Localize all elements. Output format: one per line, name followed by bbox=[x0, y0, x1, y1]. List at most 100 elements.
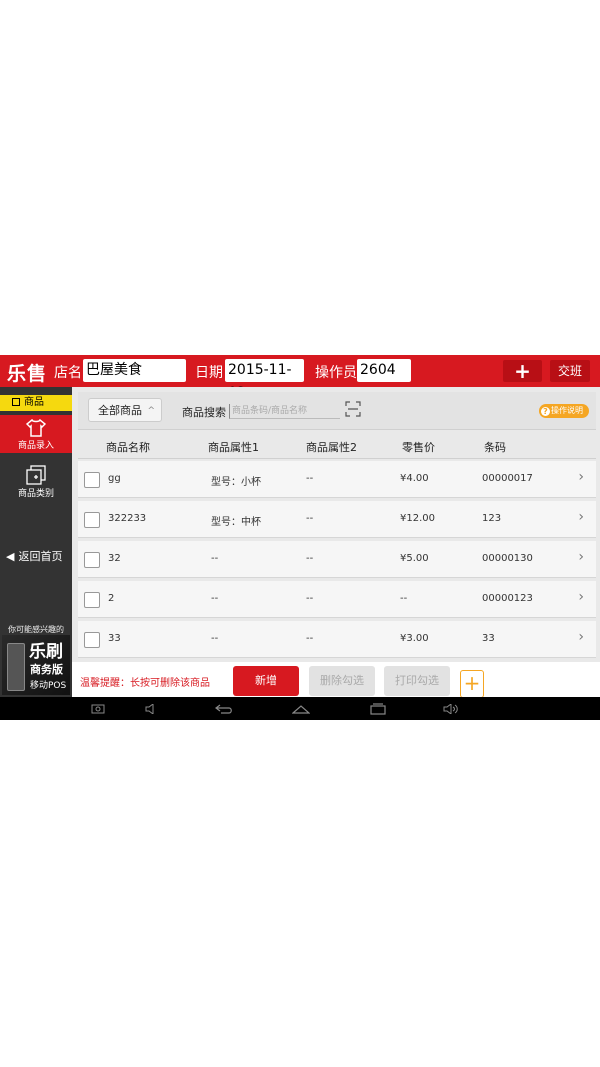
table-row[interactable]: 32 -- -- ¥5.00 00000130 › bbox=[78, 541, 596, 578]
main-panel: 全部商品 ^ 商品搜索 ?操作说明 商品名称 商品属性1 商品属性2 零售价 条… bbox=[72, 387, 600, 698]
row-checkbox[interactable] bbox=[84, 472, 100, 488]
new-product-button[interactable]: 新增 bbox=[233, 666, 299, 696]
row-checkbox[interactable] bbox=[84, 592, 100, 608]
category-add-icon bbox=[26, 465, 46, 485]
bottom-toolbar: 温馨提醒：长按可删除该商品 新增 删除勾选 打印勾选 + bbox=[72, 662, 600, 698]
product-name: gg bbox=[108, 473, 121, 484]
table-row[interactable]: 2 -- -- -- 00000123 › bbox=[78, 581, 596, 618]
back-arrow-icon: ◀ bbox=[6, 550, 15, 563]
product-name: 2 bbox=[108, 593, 115, 604]
top-bar: 乐售 店名 巴屋美食 日期 2015-11-02 操作员 2604 + 交班 bbox=[0, 355, 600, 401]
product-attr1: 型号：小杯 bbox=[211, 477, 261, 488]
app-window: 乐售 店名 巴屋美食 日期 2015-11-02 操作员 2604 + 交班 商… bbox=[0, 355, 600, 720]
category-filter-dropdown[interactable]: 全部商品 ^ bbox=[88, 398, 162, 422]
operator-field[interactable]: 2604 bbox=[357, 359, 411, 382]
product-attr1: -- bbox=[211, 553, 219, 564]
chevron-right-icon: › bbox=[578, 629, 584, 645]
product-price: -- bbox=[400, 593, 408, 604]
home-icon[interactable] bbox=[291, 697, 311, 720]
back-home-button[interactable]: ◀ 返回首页 bbox=[0, 545, 72, 569]
volume-up-icon[interactable] bbox=[441, 697, 461, 720]
ad-title: 乐刷 bbox=[29, 642, 63, 662]
column-header: 商品属性2 bbox=[306, 441, 357, 454]
pos-device-icon bbox=[7, 643, 25, 691]
product-attr1: 型号：中杯 bbox=[211, 517, 261, 528]
system-nav-bar bbox=[0, 697, 600, 720]
product-attr2: -- bbox=[306, 593, 314, 604]
sidebar-category-label: 商品 bbox=[24, 397, 44, 408]
table-row[interactable]: gg 型号：小杯 -- ¥4.00 00000017 › bbox=[78, 461, 596, 498]
add-more-button[interactable]: + bbox=[460, 670, 484, 698]
shirt-icon bbox=[26, 419, 46, 437]
sidebar-item-label: 商品录入 bbox=[17, 441, 54, 451]
product-attr2: -- bbox=[306, 513, 314, 524]
help-label: 操作说明 bbox=[551, 406, 583, 415]
search-label: 商品搜索 bbox=[182, 406, 226, 419]
chevron-right-icon: › bbox=[578, 589, 584, 605]
product-attr2: -- bbox=[306, 473, 314, 484]
product-attr2: -- bbox=[306, 553, 314, 564]
chevron-right-icon: › bbox=[578, 549, 584, 565]
product-attr1: -- bbox=[211, 633, 219, 644]
question-icon: ? bbox=[541, 407, 550, 416]
product-barcode: 00000017 bbox=[482, 473, 533, 484]
row-checkbox[interactable] bbox=[84, 632, 100, 648]
product-attr2: -- bbox=[306, 633, 314, 644]
interest-label: 你可能感兴趣的 bbox=[8, 625, 64, 634]
print-selected-button[interactable]: 打印勾选 bbox=[384, 666, 450, 696]
table-row[interactable]: 322233 型号：中杯 -- ¥12.00 123 › bbox=[78, 501, 596, 538]
ad-subtitle-2: 移动POS bbox=[30, 681, 67, 691]
category-filter-label: 全部商品 bbox=[98, 404, 142, 417]
sidebar: 商品 商品录入 商品类别 ◀ 返回首页 你可能感兴趣的 乐刷 商务版 移动POS bbox=[0, 387, 72, 697]
table-row[interactable]: 33 -- -- ¥3.00 33 › bbox=[78, 621, 596, 658]
product-attr1: -- bbox=[211, 593, 219, 604]
help-button[interactable]: ? 操作说明 bbox=[539, 404, 589, 418]
screenshot-icon[interactable] bbox=[88, 697, 108, 720]
date-field[interactable]: 2015-11-02 bbox=[225, 359, 304, 401]
store-field[interactable]: 巴屋美食 bbox=[83, 359, 186, 382]
back-home-label: 返回首页 bbox=[18, 550, 63, 563]
shift-button[interactable]: 交班 bbox=[550, 360, 590, 382]
delete-selected-button[interactable]: 删除勾选 bbox=[309, 666, 375, 696]
sidebar-item-category[interactable]: 商品类别 bbox=[0, 461, 72, 499]
square-icon bbox=[12, 397, 20, 406]
product-barcode: 33 bbox=[482, 633, 495, 644]
table-header: 商品名称 商品属性1 商品属性2 零售价 条码 bbox=[78, 434, 596, 459]
column-header: 商品属性1 bbox=[208, 441, 259, 454]
column-header: 零售价 bbox=[402, 441, 435, 454]
search-input[interactable] bbox=[229, 404, 340, 419]
row-checkbox[interactable] bbox=[84, 512, 100, 528]
product-list: gg 型号：小杯 -- ¥4.00 00000017 › 322233 型号：中… bbox=[78, 461, 596, 661]
column-header: 条码 bbox=[484, 441, 506, 454]
app-logo: 乐售 bbox=[7, 363, 48, 385]
scan-icon[interactable] bbox=[345, 401, 361, 417]
sidebar-item-product-entry[interactable]: 商品录入 bbox=[0, 415, 72, 453]
volume-down-icon[interactable] bbox=[142, 697, 162, 720]
product-name: 33 bbox=[108, 633, 121, 644]
tip-text: 温馨提醒：长按可删除该商品 bbox=[80, 678, 210, 689]
product-price: ¥5.00 bbox=[400, 553, 429, 564]
ad-subtitle: 商务版 bbox=[30, 663, 63, 676]
store-label: 店名 bbox=[54, 365, 82, 381]
sidebar-item-label: 商品类别 bbox=[17, 489, 54, 499]
ad-banner[interactable]: 乐刷 商务版 移动POS bbox=[2, 635, 70, 695]
chevron-right-icon: › bbox=[578, 469, 584, 485]
product-barcode: 00000130 bbox=[482, 553, 533, 564]
search-bar: 全部商品 ^ 商品搜索 ?操作说明 bbox=[78, 392, 596, 430]
row-checkbox[interactable] bbox=[84, 552, 100, 568]
product-name: 322233 bbox=[108, 513, 147, 524]
sidebar-category: 商品 bbox=[0, 395, 72, 411]
column-header: 商品名称 bbox=[106, 441, 150, 454]
add-button[interactable]: + bbox=[503, 360, 542, 382]
back-icon[interactable] bbox=[214, 697, 234, 720]
date-label: 日期 bbox=[195, 365, 223, 381]
product-name: 32 bbox=[108, 553, 121, 564]
product-price: ¥3.00 bbox=[400, 633, 429, 644]
product-price: ¥12.00 bbox=[400, 513, 435, 524]
recent-apps-icon[interactable] bbox=[368, 697, 388, 720]
product-price: ¥4.00 bbox=[400, 473, 429, 484]
product-barcode: 123 bbox=[482, 513, 502, 524]
operator-label: 操作员 bbox=[315, 365, 357, 381]
chevron-right-icon: › bbox=[578, 509, 584, 525]
chevron-up-icon: ^ bbox=[147, 406, 155, 416]
